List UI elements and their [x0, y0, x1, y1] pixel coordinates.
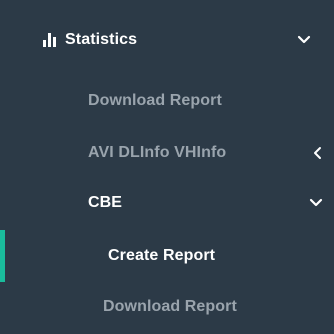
sidebar-item-label: CBE — [88, 194, 123, 211]
sidebar-item-label: Statistics — [65, 31, 138, 48]
sidebar-item-download-report[interactable]: Download Report — [0, 81, 334, 121]
sidebar-item-label: Create Report — [108, 247, 216, 264]
sidebar-nav: Statistics Download Report AVI DLInfo VH… — [0, 0, 334, 334]
sidebar-item-label: AVI DLInfo VHInfo — [88, 144, 227, 161]
sidebar-item-statistics[interactable]: Statistics — [0, 20, 334, 60]
chevron-left-icon[interactable] — [310, 145, 326, 161]
sidebar-item-avi-dlinfo-vhinfo[interactable]: AVI DLInfo VHInfo — [0, 133, 334, 173]
chevron-down-icon[interactable] — [308, 195, 324, 211]
sidebar-subitem-download-report[interactable]: Download Report — [0, 287, 334, 327]
bar-chart-icon — [43, 33, 57, 47]
sidebar-subitem-create-report[interactable]: Create Report — [0, 236, 334, 276]
sidebar-item-label: Download Report — [88, 92, 222, 109]
chevron-down-icon[interactable] — [296, 32, 312, 48]
sidebar-item-cbe[interactable]: CBE — [0, 183, 334, 223]
sidebar-item-label: Download Report — [103, 298, 237, 315]
